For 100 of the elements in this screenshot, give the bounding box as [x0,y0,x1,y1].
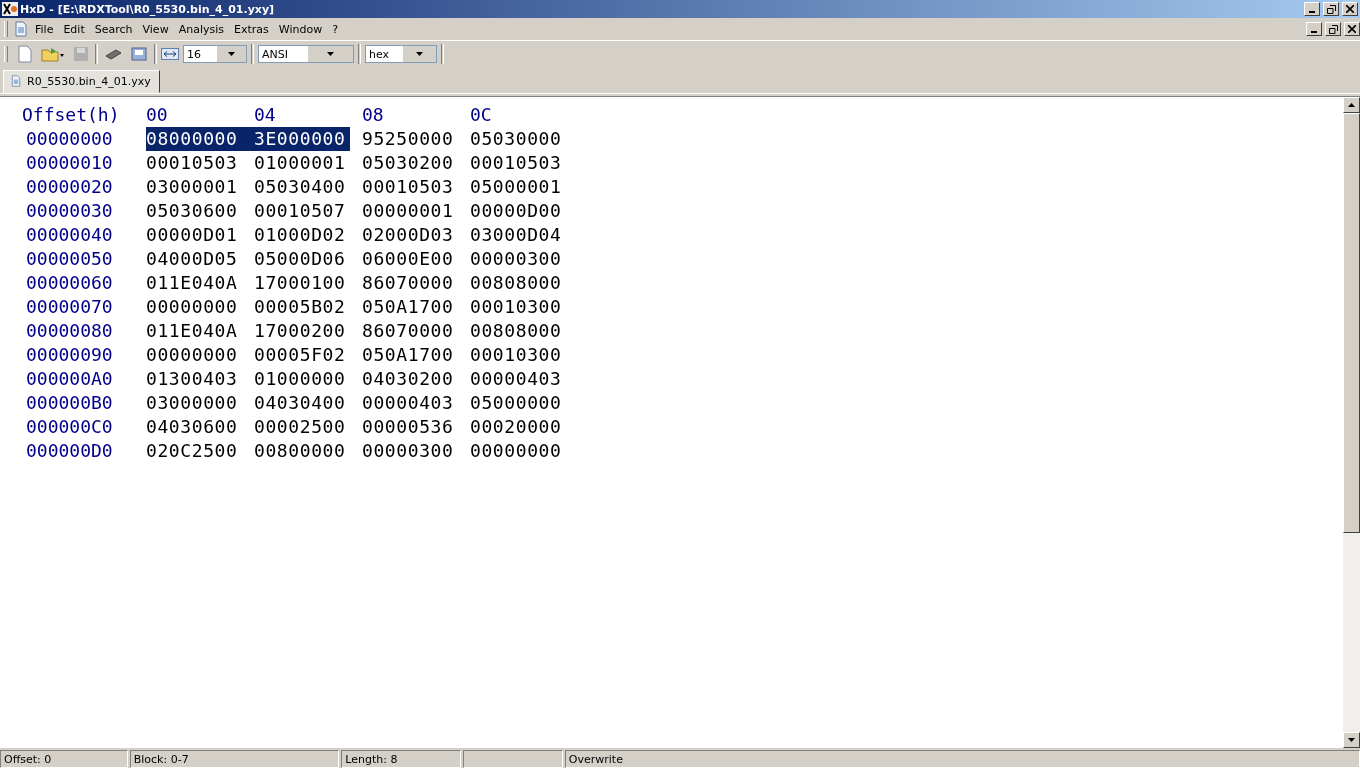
offset-label: 00000050 [25,247,114,271]
offset-base-dropdown[interactable]: hex [365,45,437,63]
hex-cell[interactable]: 00005B02 [254,295,350,319]
column-header: 00 [146,103,169,127]
hex-cell[interactable]: 01300403 [146,367,242,391]
status-field: Length: 8 [341,750,461,768]
hex-cell[interactable]: 03000D04 [470,223,566,247]
hex-cell[interactable]: 050A1700 [362,343,458,367]
hex-cell[interactable]: 00002500 [254,415,350,439]
hex-cell[interactable]: 00808000 [470,319,566,343]
offset-label: 000000A0 [25,367,114,391]
hex-cell[interactable]: 00010503 [470,151,566,175]
column-header: 0C [470,103,493,127]
hex-cell[interactable]: 00000000 [146,343,242,367]
hex-cell[interactable]: 05030400 [254,175,350,199]
hex-cell[interactable]: 00020000 [470,415,566,439]
hex-cell[interactable]: 011E040A [146,271,242,295]
hex-cell[interactable]: 00000001 [362,199,458,223]
hex-cell[interactable]: 00000403 [470,367,566,391]
hex-cell[interactable]: 00010300 [470,295,566,319]
status-field: Overwrite [564,750,1360,768]
hex-cell[interactable]: 17000100 [254,271,350,295]
hex-cell[interactable]: 86070000 [362,319,458,343]
hex-cell[interactable]: 05030000 [470,127,566,151]
scroll-up-icon[interactable] [1343,97,1360,113]
restore-button[interactable] [1323,2,1339,16]
hex-cell[interactable]: 00000000 [146,295,242,319]
document-icon[interactable] [13,21,29,37]
hex-cell[interactable]: 00000403 [362,391,458,415]
app-icon [2,2,18,16]
offset-label: 00000040 [25,223,114,247]
hex-cell[interactable]: 00010300 [470,343,566,367]
hex-cell[interactable]: 01000000 [254,367,350,391]
hex-cell[interactable]: 3E000000 [254,127,350,151]
hex-cell[interactable]: 020C2500 [146,439,242,463]
menu-item[interactable]: Analysis [174,20,228,38]
menu-item[interactable]: Search [90,20,137,38]
hex-cell[interactable]: 03000001 [146,175,242,199]
close-button[interactable] [1342,2,1358,16]
close-icon [1346,5,1354,13]
minimize-button[interactable] [1306,22,1322,36]
hex-cell[interactable]: 06000E00 [362,247,458,271]
offset-label: 000000D0 [25,439,114,463]
hex-cell[interactable]: 86070000 [362,271,458,295]
hex-cell[interactable]: 00800000 [254,439,350,463]
hex-cell[interactable]: 01000D02 [254,223,350,247]
hex-cell[interactable]: 17000200 [254,319,350,343]
hex-cell[interactable]: 00010503 [362,175,458,199]
status-field: Block: 0-7 [129,750,340,768]
hex-cell[interactable]: 00000300 [362,439,458,463]
status-field: Offset: 0 [0,750,128,768]
menu-item[interactable]: View [138,20,173,38]
bytes-per-row-dropdown[interactable]: 16 [183,45,247,63]
hex-cell[interactable]: 00010507 [254,199,350,223]
hex-cell[interactable]: 05000D06 [254,247,350,271]
hex-cell[interactable]: 04030400 [254,391,350,415]
offset-label: 00000060 [25,271,114,295]
hex-cell[interactable]: 04030200 [362,367,458,391]
disk-icon[interactable] [128,44,150,64]
hex-cell[interactable]: 05030600 [146,199,242,223]
menu-item[interactable]: Edit [59,20,89,38]
hex-cell[interactable]: 05000001 [470,175,566,199]
menu-item[interactable]: ? [328,20,342,38]
hex-cell[interactable]: 00808000 [470,271,566,295]
offset-header: Offset(h) [22,103,121,127]
hex-cell[interactable]: 08000000 [146,127,254,151]
hex-cell[interactable]: 01000001 [254,151,350,175]
hex-cell[interactable]: 05000000 [470,391,566,415]
hex-cell[interactable]: 00005F02 [254,343,350,367]
offset-label: 00000000 [25,127,114,151]
hex-cell[interactable]: 00000536 [362,415,458,439]
vertical-scrollbar[interactable] [1343,97,1360,748]
hex-cell[interactable]: 00010503 [146,151,242,175]
hex-cell[interactable]: 02000D03 [362,223,458,247]
menu-item[interactable]: Extras [229,20,273,38]
width-arrows-icon [161,46,179,62]
restore-button[interactable] [1325,22,1341,36]
hex-cell[interactable]: 00000300 [470,247,566,271]
menu-item[interactable]: File [31,20,58,38]
scroll-down-icon[interactable] [1343,732,1360,748]
document-icon [10,74,22,88]
hex-cell[interactable]: 95250000 [362,127,458,151]
hex-cell[interactable]: 04000D05 [146,247,242,271]
offset-label: 00000020 [25,175,114,199]
close-button[interactable] [1344,22,1360,36]
hex-cell[interactable]: 04030600 [146,415,242,439]
offset-label: 00000080 [25,319,114,343]
file-tab[interactable]: R0_5530.bin_4_01.yxy [3,70,160,93]
hex-cell[interactable]: 00000000 [470,439,566,463]
menu-item[interactable]: Window [274,20,327,38]
hex-cell[interactable]: 050A1700 [362,295,458,319]
hex-cell[interactable]: 03000000 [146,391,242,415]
hex-cell[interactable]: 011E040A [146,319,242,343]
hex-cell[interactable]: 00000D00 [470,199,566,223]
scroll-thumb[interactable] [1343,113,1360,533]
charset-dropdown[interactable]: ANSI [258,45,354,63]
hex-cell[interactable]: 00000D01 [146,223,242,247]
offset-label: 000000B0 [25,391,114,415]
minimize-button[interactable] [1304,2,1320,16]
hex-cell[interactable]: 05030200 [362,151,458,175]
